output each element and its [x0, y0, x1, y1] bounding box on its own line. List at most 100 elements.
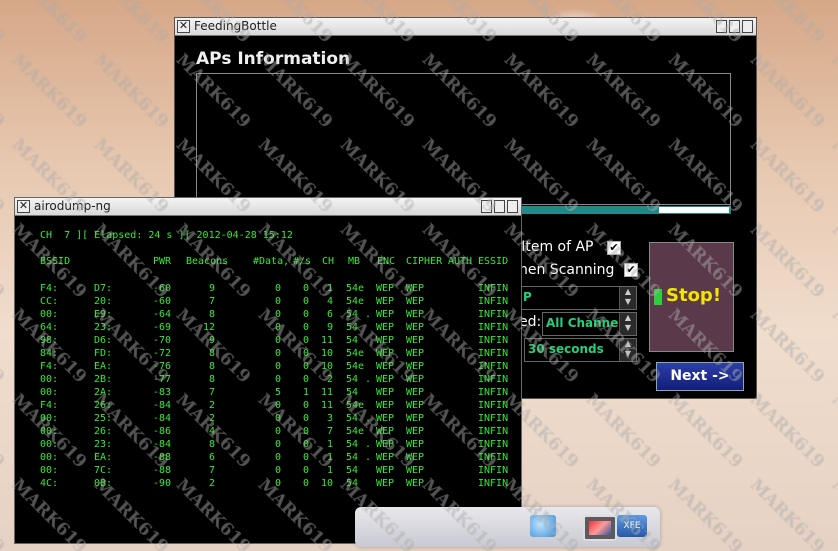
status-led-icon: [654, 289, 662, 305]
cell-cipher: WEP: [406, 413, 425, 424]
table-row: 98: D6: -70 9 0 0 11 54 WEP WEP INFIN: [15, 335, 521, 348]
cell-data: 0: [274, 452, 281, 463]
mode-select[interactable]: P ▲ ▼: [519, 286, 637, 310]
option-when-scanning-label: hen Scanning: [519, 262, 615, 278]
watermark-text: MARK619: [745, 305, 829, 388]
cell-beacons: 8: [208, 309, 215, 320]
table-row: 00: 2B: -77 8 0 0 2 54. WEP WEP INFIN: [15, 374, 521, 387]
screenshot-icon[interactable]: [530, 515, 556, 537]
cell-mb: 54e: [346, 400, 365, 411]
cell-essid: INFIN: [478, 361, 509, 372]
cell-mb: 54: [346, 387, 359, 398]
table-row: 00: EA: -88 6 0 0 1 54. WEP WEP INFIN: [15, 452, 521, 465]
cell-beacons: 2: [208, 413, 215, 424]
cell-data: 0: [274, 361, 281, 372]
cell-ps: 0: [302, 361, 309, 372]
watermark-text: MARK619: [745, 135, 829, 218]
cell-b2: 23:: [94, 439, 113, 450]
cell-dot: .: [365, 374, 372, 385]
close-icon[interactable]: ✕: [17, 200, 30, 213]
cell-cipher: WEP: [406, 478, 425, 489]
watermark-text: MARK619: [745, 475, 829, 551]
cell-b2: 25:: [94, 413, 113, 424]
watermark-text: MARK619: [89, 50, 173, 133]
watermark-text: MARK619: [7, 50, 91, 133]
cell-pwr: -70: [153, 335, 172, 346]
next-button[interactable]: Next ->: [656, 362, 744, 391]
cell-essid: INFIN: [478, 439, 509, 450]
cell-pwr: -90: [153, 478, 172, 489]
minimize-icon[interactable]: [481, 200, 492, 213]
interval-select[interactable]: 30 seconds ▲ ▼: [524, 338, 637, 362]
cell-mb: 54: [346, 374, 359, 385]
cell-ps: 0: [302, 465, 309, 476]
cell-data: 0: [274, 374, 281, 385]
cell-ps: 0: [302, 283, 309, 294]
feedingbottle-titlebar[interactable]: ✕ FeedingBottle: [175, 18, 756, 36]
spin-arrows-icon[interactable]: ▲ ▼: [619, 339, 636, 361]
cell-data: 5: [274, 387, 281, 398]
close-box-icon[interactable]: [507, 200, 518, 213]
close-icon[interactable]: ✕: [177, 20, 190, 33]
watermark-text: MARK619: [581, 390, 665, 473]
maximize-icon[interactable]: [494, 200, 505, 213]
cell-mb: 54: [346, 322, 359, 333]
maximize-icon[interactable]: [729, 20, 740, 33]
cell-mb: 54e: [346, 361, 365, 372]
item-of-ap-checkbox[interactable]: ✔: [607, 241, 621, 255]
cell-pwr: -83: [153, 387, 172, 398]
image-viewer-icon[interactable]: [583, 515, 617, 541]
cell-beacons: 8: [208, 374, 215, 385]
spin-arrows-icon[interactable]: ▲ ▼: [619, 313, 636, 335]
cell-cipher: WEP: [406, 439, 425, 450]
cell-ch: 11: [320, 335, 333, 346]
airodump-titlebar[interactable]: ✕ airodump-ng: [15, 198, 521, 216]
minimize-icon[interactable]: [716, 20, 727, 33]
aps-list[interactable]: [196, 73, 731, 205]
column-header: #/s: [293, 256, 312, 267]
watermark-text: MARK619: [663, 390, 747, 473]
cell-mb: 54e: [346, 348, 365, 359]
watermark-text: MARK619: [663, 475, 747, 551]
table-row: F4: D7: -60 9 0 0 1 54e WEP WEP INFIN: [15, 283, 521, 296]
spin-arrows-icon[interactable]: ▲ ▼: [619, 287, 636, 309]
cell-b1: F4:: [40, 283, 59, 294]
stop-button[interactable]: Stop!: [649, 242, 734, 352]
cell-beacons: 9: [208, 283, 215, 294]
cell-ps: 0: [302, 452, 309, 463]
cell-pwr: -84: [153, 439, 172, 450]
cell-ch: 10: [320, 478, 333, 489]
column-header: Beacons: [186, 256, 229, 267]
watermark-text: MARK619: [89, 0, 173, 48]
table-row: 84: FD: -72 8 0 0 10 54e WEP WEP INFIN: [15, 348, 521, 361]
cell-enc: WEP: [376, 478, 395, 489]
cell-b1: F4:: [40, 361, 59, 372]
watermark-text: MARK619: [0, 305, 9, 388]
cell-ch: 9: [326, 322, 333, 333]
cell-b2: 2B:: [94, 374, 113, 385]
watermark-text: MARK619: [0, 390, 9, 473]
column-header: CH: [322, 256, 335, 267]
channel-select[interactable]: All Channel ▲ ▼: [542, 312, 637, 336]
when-scanning-checkbox[interactable]: ✔: [624, 263, 638, 277]
cell-pwr: -77: [153, 374, 172, 385]
xfe-file-manager-icon[interactable]: XFE: [617, 515, 647, 537]
cell-enc: WEP: [376, 413, 395, 424]
cell-essid: INFIN: [478, 478, 509, 489]
watermark-text: MARK619: [827, 220, 838, 303]
cell-ps: 1: [302, 387, 309, 398]
cell-essid: INFIN: [478, 296, 509, 307]
column-header: BSSID: [40, 256, 71, 267]
table-row: 00: 2A: -83 7 5 1 11 54 WEP WEP INFIN: [15, 387, 521, 400]
cell-data: 0: [274, 309, 281, 320]
cell-enc: WEP: [376, 465, 395, 476]
close-box-icon[interactable]: [742, 20, 753, 33]
column-header: AUTH: [448, 256, 473, 267]
column-header: CIPHER: [406, 256, 443, 267]
terminal-output[interactable]: CH 7 ][ Elapsed: 24 s ][ 2012-04-28 15:1…: [15, 216, 521, 543]
cell-b2: 23:: [94, 322, 113, 333]
cell-b1: 00:: [40, 374, 59, 385]
cell-data: 0: [274, 322, 281, 333]
table-row: 00: 26: -86 4 0 0 7 54e WEP WEP INFIN: [15, 426, 521, 439]
stop-button-label: Stop!: [666, 285, 722, 306]
